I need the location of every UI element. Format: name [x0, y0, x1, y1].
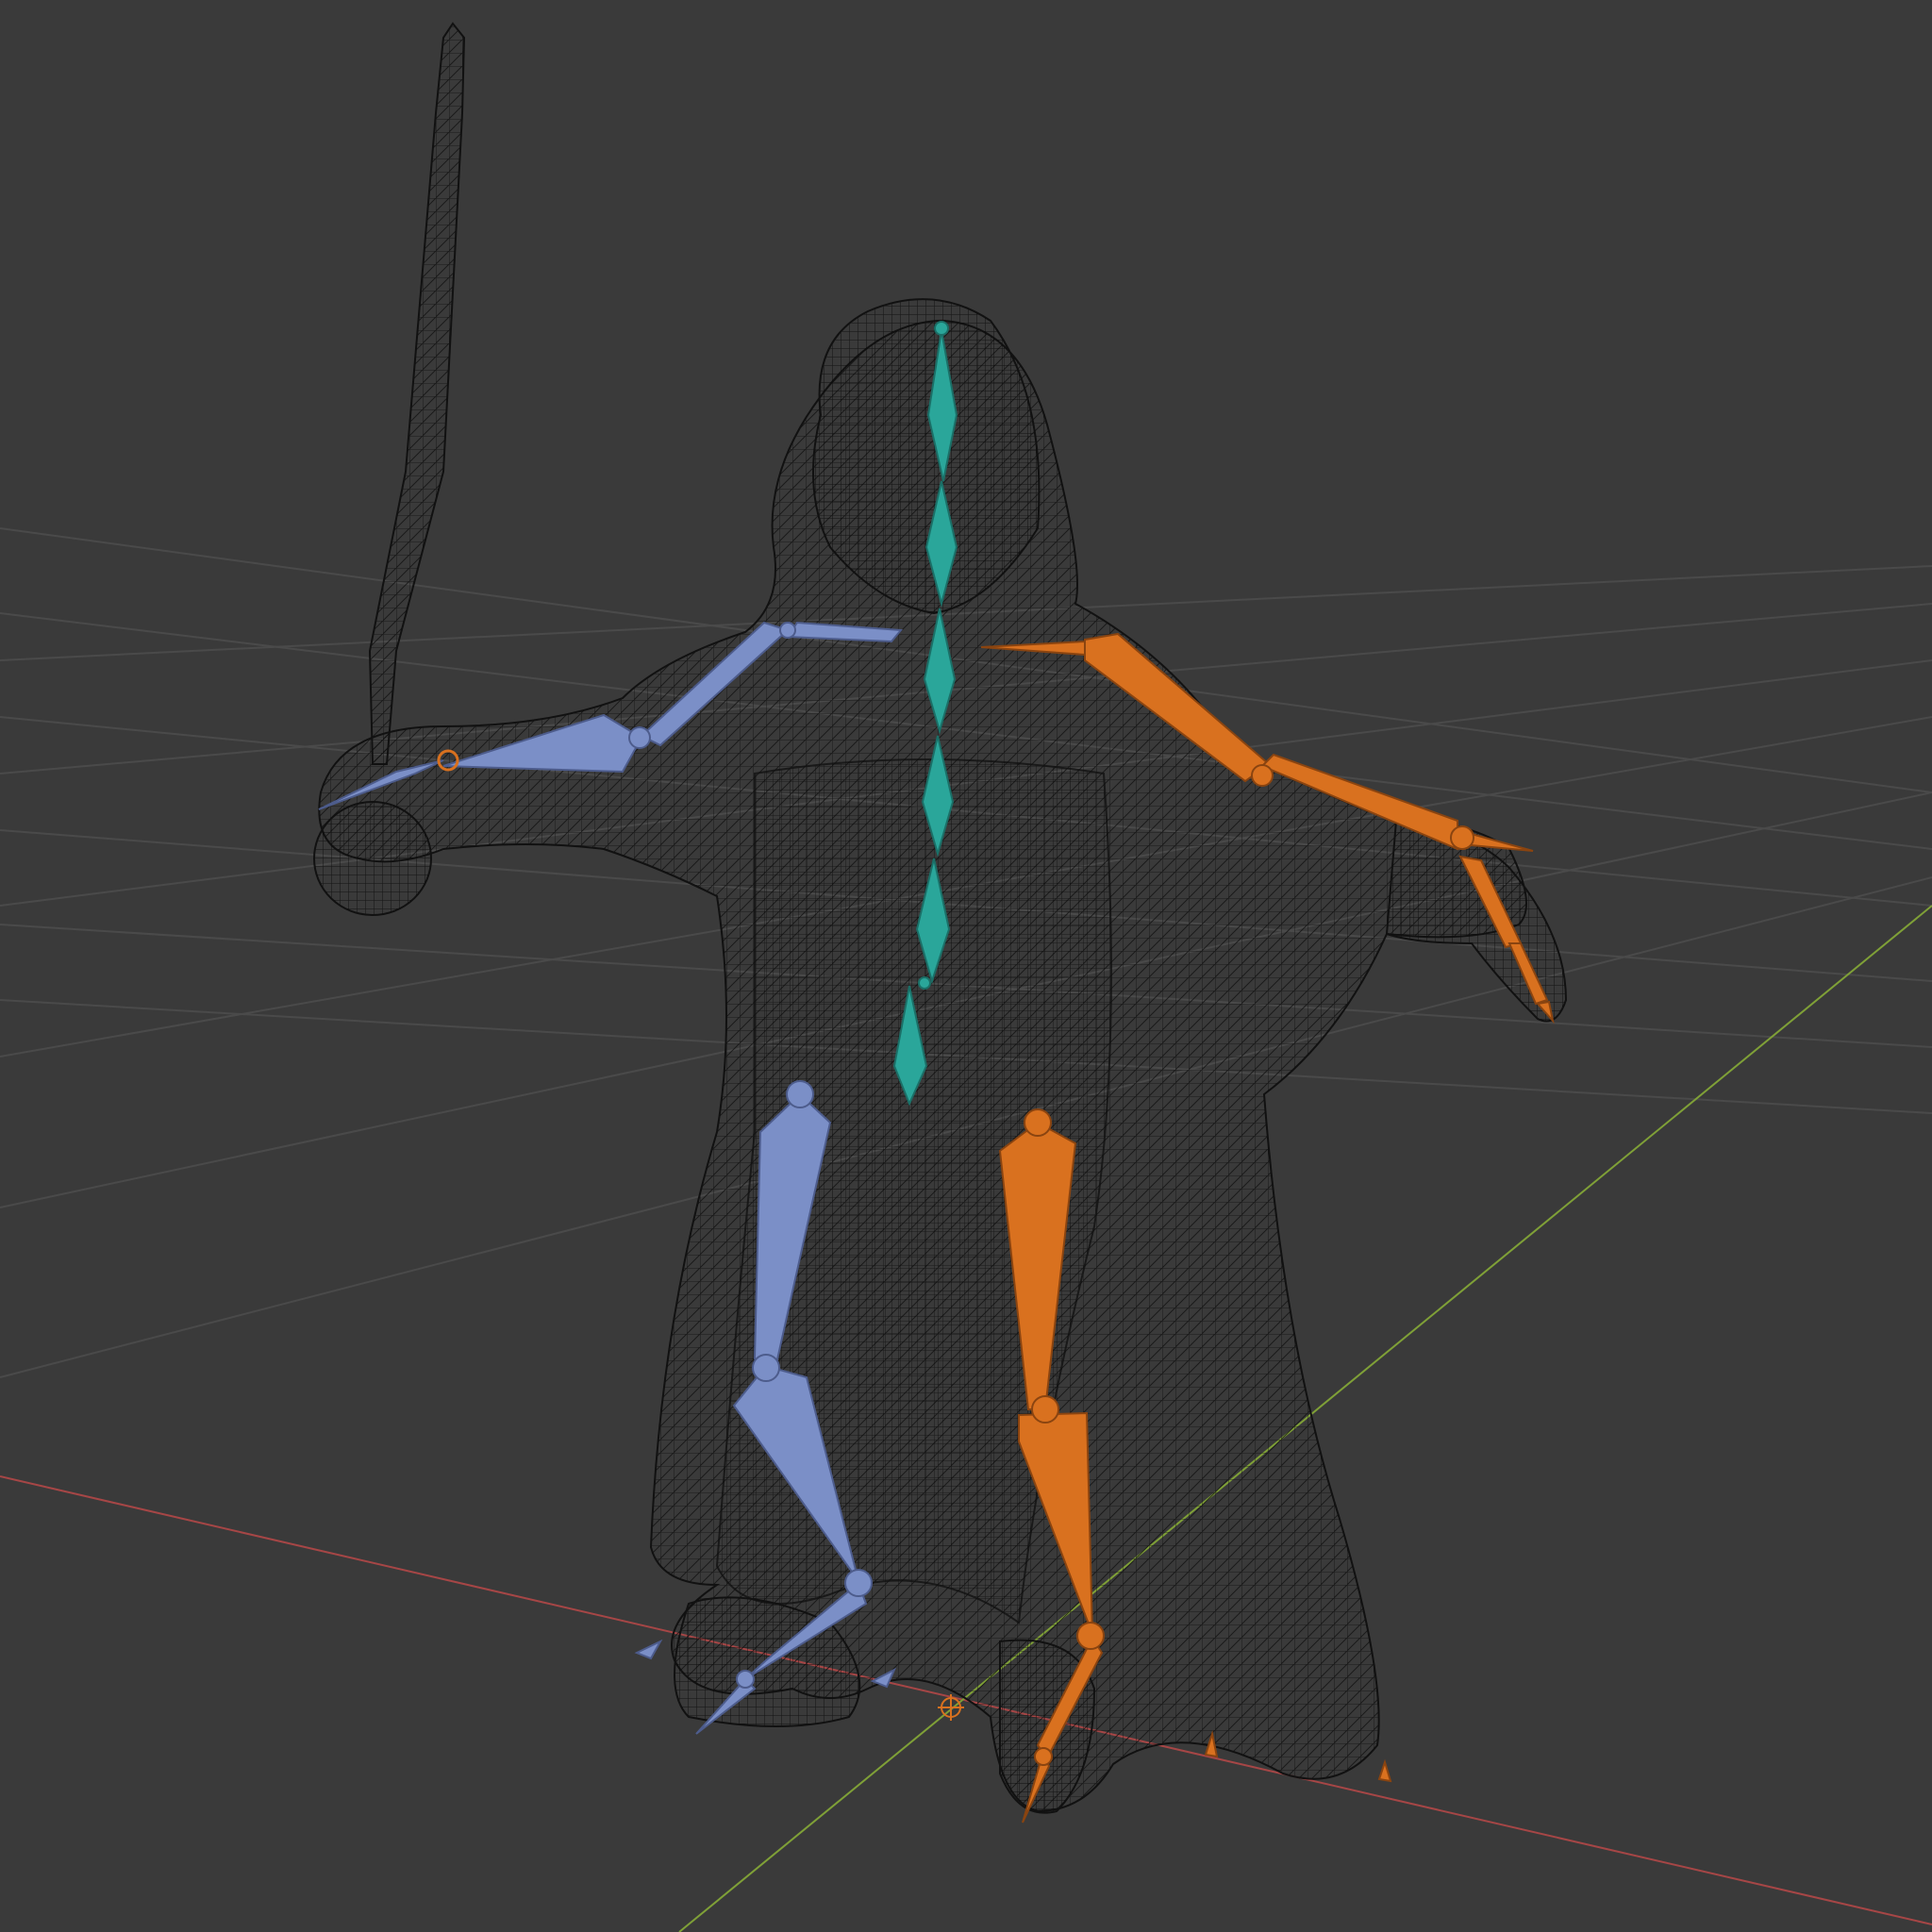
viewport-canvas[interactable]: [0, 0, 1932, 1932]
bone-joint-elbow-left: [628, 726, 651, 749]
bone-joint-toe-right: [1034, 1747, 1053, 1766]
bone-joint-ankle-left: [844, 1569, 873, 1597]
bone-joint-pelvis: [918, 976, 931, 990]
3d-viewport[interactable]: [0, 0, 1932, 1932]
bone-joint-toe-left: [736, 1670, 755, 1689]
bone-joint-head-tip: [934, 321, 949, 336]
bone-joint-knee-right: [1031, 1395, 1059, 1424]
bone-joint-hip-right: [1024, 1108, 1052, 1137]
bone-joint-hip-left: [786, 1080, 814, 1108]
bone-joint-wrist-right: [1450, 825, 1474, 850]
bone-joint-shoulder-left: [779, 622, 796, 639]
bone-joint-knee-left: [752, 1354, 780, 1382]
bone-joint-elbow-right: [1251, 764, 1274, 787]
bone-joint-ankle-right: [1076, 1622, 1105, 1650]
